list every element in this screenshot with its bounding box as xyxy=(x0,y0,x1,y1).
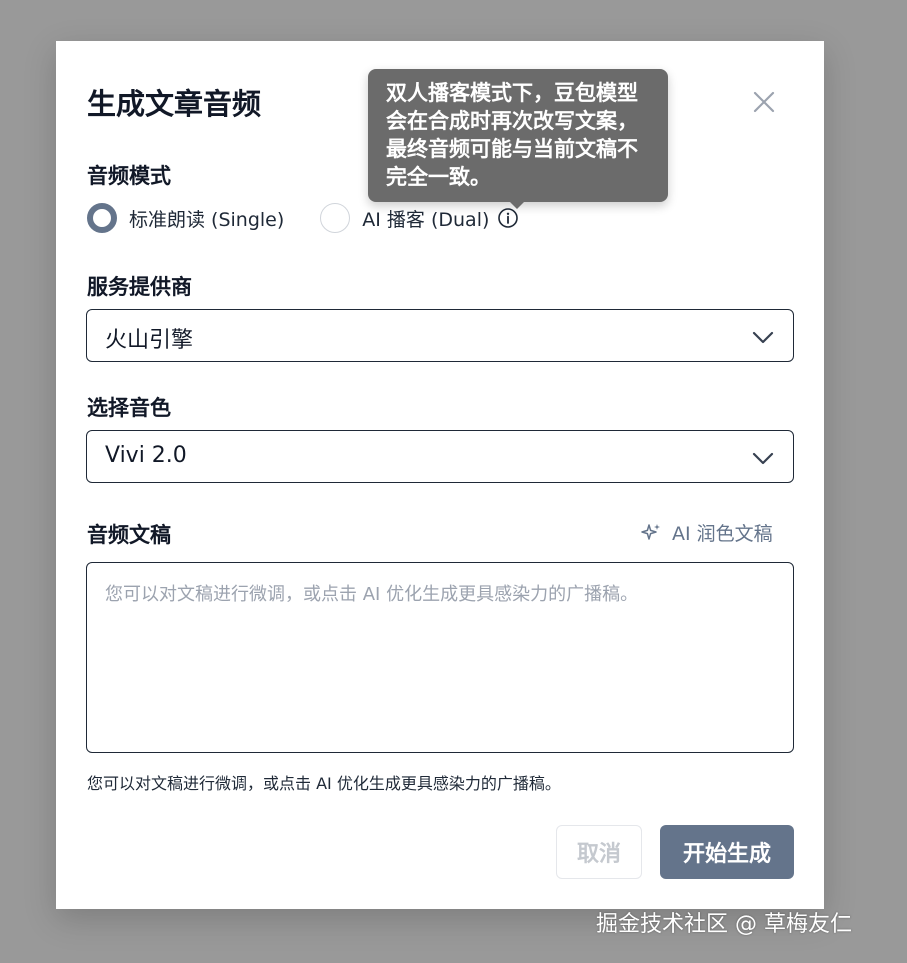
close-icon[interactable] xyxy=(749,87,779,117)
ai-polish-button[interactable]: AI 润色文稿 xyxy=(640,519,773,546)
script-label: 音频文稿 xyxy=(87,523,171,547)
voice-select-value: Vivi 2.0 xyxy=(105,443,187,468)
radio-dual[interactable] xyxy=(320,203,351,233)
script-textarea[interactable] xyxy=(86,562,794,753)
cancel-button[interactable]: 取消 xyxy=(556,825,642,879)
script-helper-text: 您可以对文稿进行微调，或点击 AI 优化生成更具感染力的广播稿。 xyxy=(87,774,561,793)
info-icon[interactable] xyxy=(497,207,519,229)
radio-option-single[interactable]: 标准朗读 (Single) xyxy=(87,203,284,233)
sparkle-icon xyxy=(641,523,660,540)
ai-polish-label: AI 润色文稿 xyxy=(672,523,773,545)
dual-mode-tooltip: 双人播客模式下，豆包模型会在合成时再次改写文案，最终音频可能与当前文稿不完全一致… xyxy=(368,69,668,202)
radio-dual-label: AI 播客 (Dual) xyxy=(362,208,490,231)
start-generate-button[interactable]: 开始生成 xyxy=(660,825,794,879)
audio-mode-radio-group: 标准朗读 (Single) AI 播客 (Dual) xyxy=(87,203,519,233)
provider-select[interactable]: 火山引擎 xyxy=(86,309,794,362)
tooltip-arrow xyxy=(509,201,525,209)
audio-mode-label: 音频模式 xyxy=(87,164,171,188)
chevron-down-icon xyxy=(752,331,774,344)
provider-label: 服务提供商 xyxy=(87,275,192,299)
close-button[interactable] xyxy=(749,87,779,117)
watermark: 掘金技术社区 @ 草梅友仁 xyxy=(596,912,852,937)
voice-select[interactable]: Vivi 2.0 xyxy=(86,430,794,483)
provider-select-value: 火山引擎 xyxy=(105,328,194,353)
dialog-title: 生成文章音频 xyxy=(87,87,262,121)
voice-label: 选择音色 xyxy=(87,396,171,420)
chevron-down-icon xyxy=(752,452,774,465)
radio-option-dual[interactable]: AI 播客 (Dual) xyxy=(320,203,519,233)
radio-single[interactable] xyxy=(87,203,117,233)
radio-single-label: 标准朗读 (Single) xyxy=(129,208,285,231)
